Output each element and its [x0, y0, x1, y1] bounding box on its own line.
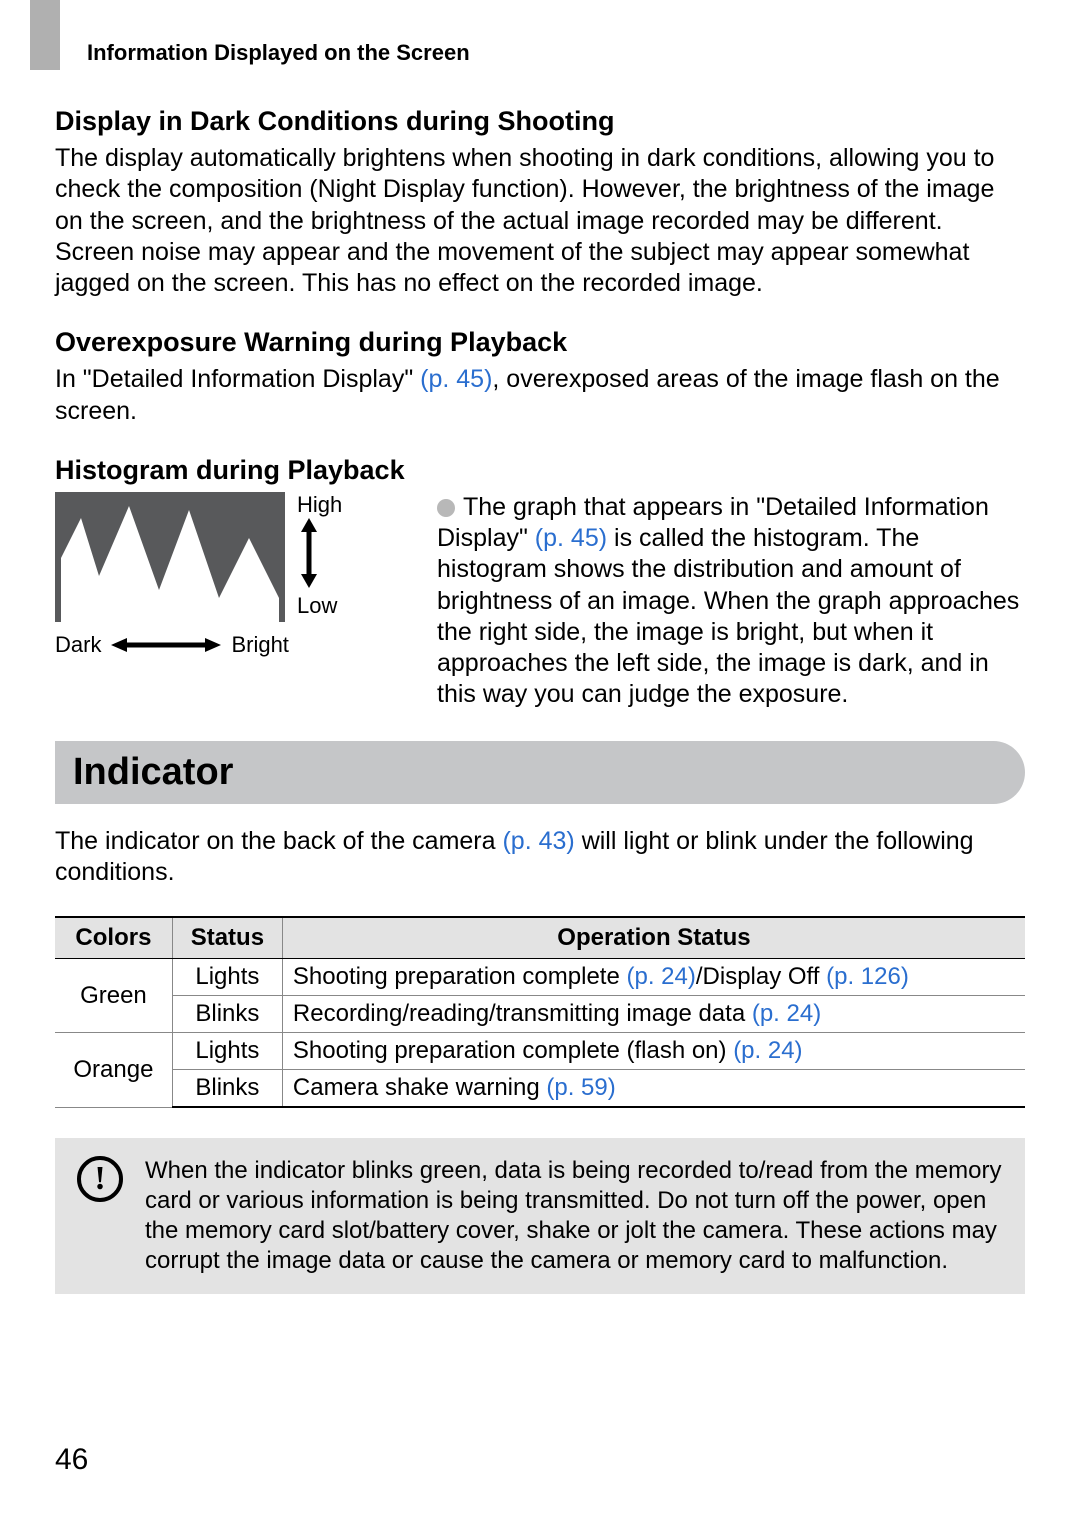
caution-text: When the indicator blinks green, data is… [145, 1156, 1003, 1276]
operation-cell: Shooting preparation complete (p. 24)/Di… [282, 959, 1025, 996]
text-segment: Shooting preparation complete (flash on) [293, 1037, 733, 1064]
color-cell: Orange [55, 1033, 172, 1108]
bullet-icon [437, 499, 455, 517]
page-reference-link[interactable]: (p. 45) [420, 365, 492, 393]
section-heading-histogram: Histogram during Playback [55, 455, 1025, 486]
indicator-intro: The indicator on the back of the camera … [55, 826, 1025, 889]
section-title-indicator: Indicator [55, 741, 1025, 804]
page-reference-link[interactable]: (p. 45) [535, 524, 607, 552]
col-header-status: Status [172, 917, 282, 959]
status-cell: Blinks [172, 996, 282, 1033]
axis-label-bright: Bright [231, 632, 288, 658]
text-segment: /Display Off [696, 963, 826, 990]
axis-label-high: High [297, 492, 342, 518]
vertical-double-arrow-icon [297, 518, 321, 588]
text-segment: Recording/reading/transmitting image dat… [293, 1000, 752, 1027]
section-heading-overexposure: Overexposure Warning during Playback [55, 327, 1025, 358]
histogram-peaks-icon [61, 498, 279, 622]
page-reference-link[interactable]: (p. 43) [502, 827, 574, 855]
text-segment: Shooting preparation complete [293, 963, 627, 990]
axis-label-dark: Dark [55, 632, 101, 658]
color-cell: Green [55, 959, 172, 1033]
text-segment: The indicator on the back of the camera [55, 827, 502, 855]
section-heading-dark-display: Display in Dark Conditions during Shooti… [55, 106, 1025, 137]
page-reference-link[interactable]: (p. 24) [733, 1037, 802, 1064]
page-number: 46 [55, 1443, 88, 1477]
text-segment: Camera shake warning [293, 1074, 546, 1101]
operation-cell: Recording/reading/transmitting image dat… [282, 996, 1025, 1033]
operation-cell: Camera shake warning (p. 59) [282, 1070, 1025, 1108]
histogram-description: The graph that appears in "Detailed Info… [437, 492, 1025, 711]
table-row: Blinks Camera shake warning (p. 59) [55, 1070, 1025, 1108]
page-content: Information Displayed on the Screen Disp… [55, 40, 1025, 1294]
histogram-figure-block: High Low Dark Bright [55, 492, 1025, 711]
table-row: Blinks Recording/reading/transmitting im… [55, 996, 1025, 1033]
operation-cell: Shooting preparation complete (flash on)… [282, 1033, 1025, 1070]
caution-icon: ! [77, 1156, 123, 1202]
running-header: Information Displayed on the Screen [87, 40, 1025, 66]
text-segment: In "Detailed Information Display" [55, 365, 420, 393]
body-paragraph: In "Detailed Information Display" (p. 45… [55, 364, 1025, 427]
histogram-graph [55, 492, 285, 622]
table-row: Orange Lights Shooting preparation compl… [55, 1033, 1025, 1070]
col-header-operation: Operation Status [282, 917, 1025, 959]
status-cell: Blinks [172, 1070, 282, 1108]
caution-note: ! When the indicator blinks green, data … [55, 1138, 1025, 1294]
status-cell: Lights [172, 959, 282, 996]
page-reference-link[interactable]: (p. 126) [826, 963, 909, 990]
page-reference-link[interactable]: (p. 24) [626, 963, 695, 990]
status-cell: Lights [172, 1033, 282, 1070]
indicator-table: Colors Status Operation Status Green Lig… [55, 916, 1025, 1108]
horizontal-double-arrow-icon [111, 635, 221, 655]
col-header-colors: Colors [55, 917, 172, 959]
page-reference-link[interactable]: (p. 59) [546, 1074, 615, 1101]
table-row: Green Lights Shooting preparation comple… [55, 959, 1025, 996]
axis-label-low: Low [297, 593, 342, 619]
body-paragraph: The display automatically brightens when… [55, 143, 1025, 299]
page-reference-link[interactable]: (p. 24) [752, 1000, 821, 1027]
table-header-row: Colors Status Operation Status [55, 917, 1025, 959]
